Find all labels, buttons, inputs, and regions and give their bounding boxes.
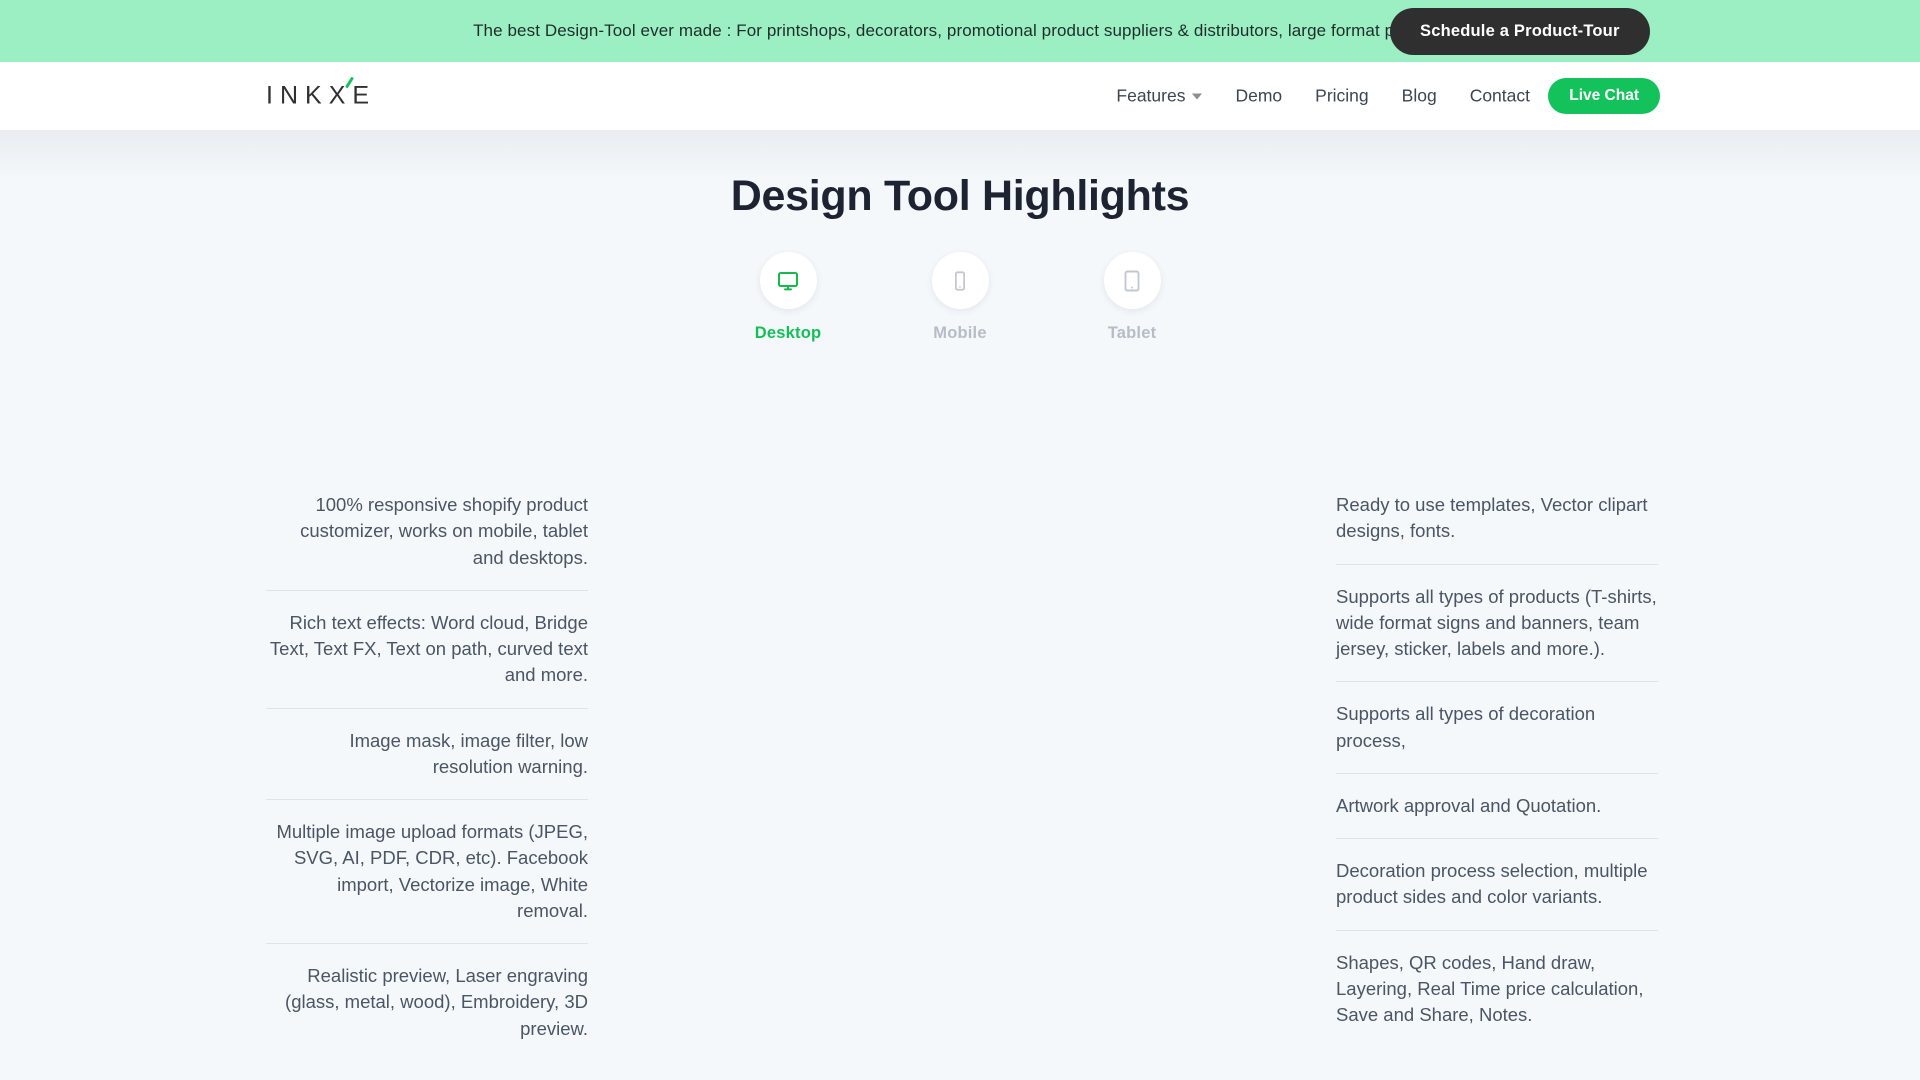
features-left-column: 100% responsive shopify product customiz… [266, 492, 588, 1061]
feature-item: Decoration process selection, multiple p… [1336, 838, 1658, 930]
nav-item-blog[interactable]: Blog [1402, 86, 1437, 107]
nav-item-demo[interactable]: Demo [1235, 86, 1282, 107]
feature-item: Ready to use templates, Vector clipart d… [1336, 494, 1648, 542]
tab-tablet-label: Tablet [1107, 324, 1157, 342]
logo-text-part2: E [352, 81, 377, 110]
tab-tablet[interactable]: Tablet [1087, 252, 1177, 343]
main-content: Design Tool Highlights Desktop Mobile Ta… [0, 130, 1920, 1080]
feature-item: Realistic preview, Laser engraving (glas… [266, 943, 588, 1061]
tab-mobile[interactable]: Mobile [915, 252, 1005, 343]
tablet-icon [1124, 270, 1140, 291]
chevron-down-icon [1192, 93, 1203, 99]
tab-mobile-circle [931, 252, 989, 309]
logo-text-part1: INK [266, 81, 329, 110]
feature-item: Shapes, QR codes, Hand draw, Layering, R… [1336, 929, 1658, 1048]
promo-banner-text: The best Design-Tool ever made : For pri… [473, 21, 1447, 40]
nav-links: Features Demo Pricing Blog Contact [1116, 86, 1530, 107]
feature-item: Artwork approval and Quotation. [1336, 772, 1658, 838]
schedule-product-tour-button[interactable]: Schedule a Product-Tour [1390, 8, 1650, 55]
device-tabs: Desktop Mobile Tablet [0, 252, 1920, 343]
page-title: Design Tool Highlights [730, 172, 1190, 220]
tab-tablet-circle [1103, 252, 1161, 309]
site-logo[interactable]: INK X E [266, 76, 377, 111]
logo-x-wrap: X [329, 76, 355, 111]
tab-desktop[interactable]: Desktop [743, 252, 833, 343]
feature-item: Supports all types of decoration process… [1336, 681, 1658, 773]
tab-desktop-label: Desktop [754, 324, 822, 342]
nav-item-pricing[interactable]: Pricing [1315, 86, 1369, 107]
live-chat-button[interactable]: Live Chat [1548, 78, 1660, 114]
feature-item: Image mask, image filter, low resolution… [266, 707, 588, 800]
features-right-column: Ready to use templates, Vector clipart d… [1336, 492, 1658, 1047]
nav-item-label: Features [1116, 85, 1186, 106]
mobile-phone-icon [955, 270, 965, 291]
desktop-monitor-icon [778, 271, 798, 290]
feature-item: 100% responsive shopify product customiz… [300, 494, 588, 568]
page-root: The best Design-Tool ever made : For pri… [0, 0, 1920, 1080]
nav-item-contact[interactable]: Contact [1470, 86, 1530, 107]
feature-item: Supports all types of products (T-shirts… [1336, 563, 1658, 682]
promo-banner: The best Design-Tool ever made : For pri… [0, 0, 1920, 62]
feature-item: Multiple image upload formats (JPEG, SVG… [266, 799, 588, 943]
tab-desktop-circle [759, 252, 817, 309]
main-navbar: INK X E Features Demo Pricing Blog Contact… [0, 62, 1920, 130]
feature-item: Rich text effects: Word cloud, Bridge Te… [266, 589, 588, 708]
tab-mobile-label: Mobile [933, 324, 987, 342]
nav-item-features[interactable]: Features [1116, 85, 1203, 107]
